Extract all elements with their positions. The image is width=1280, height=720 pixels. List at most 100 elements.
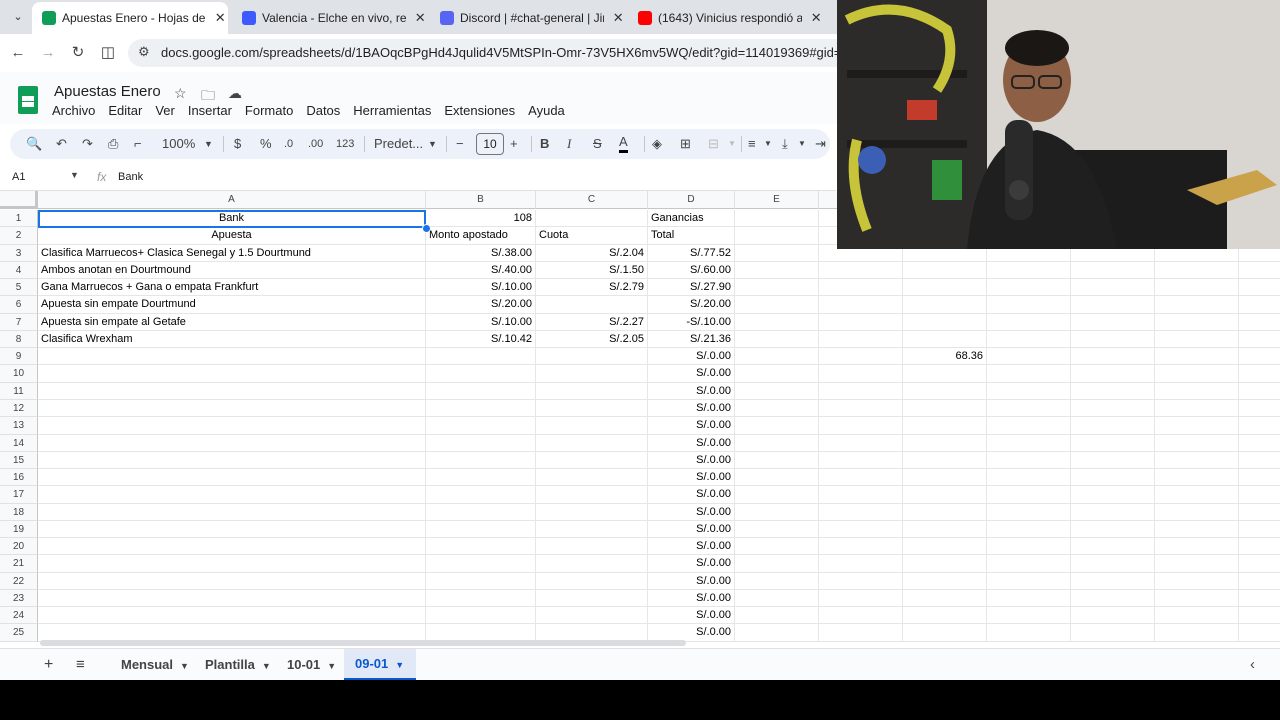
cell-extra[interactable] [1071,365,1155,383]
undo-icon[interactable]: ↶ [56,134,67,154]
cell-c[interactable] [536,365,648,383]
close-tab-icon[interactable]: ✕ [412,10,428,26]
cell-b[interactable] [426,607,536,625]
cell-d[interactable]: S/.0.00 [648,451,735,470]
cell-a[interactable] [38,607,426,625]
cell-extra[interactable] [1239,452,1280,470]
row-header[interactable]: 9 [0,348,38,366]
row-header[interactable]: 15 [0,451,38,470]
cell-extra[interactable] [1239,486,1280,504]
cell-extra[interactable] [1071,313,1155,331]
cell-extra[interactable] [819,417,903,435]
cell-extra[interactable] [987,296,1071,314]
cell-d[interactable]: S/.20.00 [648,296,735,314]
cell-extra[interactable] [987,261,1071,280]
cell-b[interactable] [426,555,536,573]
font-size-input[interactable]: 10 [476,133,504,155]
cell-b[interactable] [426,348,536,366]
sheet-tab[interactable]: Mensual ▼ [110,649,196,680]
cell-a[interactable] [38,555,426,573]
cell-d[interactable]: S/.77.52 [648,244,735,262]
cell-extra[interactable] [1155,520,1239,539]
cell-a[interactable] [38,520,426,539]
site-info-icon[interactable]: ⚙ [138,44,150,60]
cell-b[interactable] [426,469,536,487]
cell-extra[interactable] [1071,382,1155,400]
cell-extra[interactable] [1239,417,1280,435]
halign-caret-icon[interactable]: ▼ [764,134,772,154]
row-header[interactable]: 20 [0,538,38,556]
cell-a[interactable]: Gana Marruecos + Gana o empata Frankfurt [38,279,426,297]
cell-a[interactable]: Apuesta [38,227,426,245]
cell-extra[interactable] [987,538,1071,556]
cell-c[interactable] [536,417,648,435]
cell-extra[interactable] [819,330,903,349]
cell-extra[interactable] [819,279,903,297]
cell-a[interactable] [38,589,426,608]
cell-c[interactable]: S/.2.05 [536,330,648,349]
cell-e[interactable] [735,434,819,452]
cell-extra[interactable] [987,365,1071,383]
cell-extra[interactable] [1155,365,1239,383]
spreadsheet-grid[interactable]: A B C D E 1 Bank 108 Ganancias 2 Apuesta Monto apos… [0,191,1280,642]
decrease-decimal-button[interactable]: .0 [284,134,293,154]
sheet-tab[interactable]: Plantilla ▼ [194,649,276,680]
cell-extra[interactable] [1239,365,1280,383]
cell-e[interactable] [735,607,819,625]
font-size-increase-icon[interactable]: + [510,134,518,154]
cell-extra[interactable] [987,330,1071,349]
column-header[interactable]: C [536,191,648,209]
cell-extra[interactable] [987,624,1071,642]
cell-extra[interactable] [987,589,1071,608]
cell-a[interactable] [38,538,426,556]
cell-c[interactable] [536,520,648,539]
cell-extra[interactable] [987,313,1071,331]
row-header[interactable]: 18 [0,503,38,521]
browser-tab[interactable]: (1643) Vinicius respondió a Sim ✕ [628,4,824,32]
sheet-tab-caret-icon[interactable]: ▼ [180,661,189,671]
cell-extra[interactable] [987,469,1071,487]
cell-extra[interactable] [1071,607,1155,625]
cell-d[interactable]: S/.0.00 [648,382,735,400]
cell-a[interactable] [38,348,426,366]
cell-extra[interactable] [1155,261,1239,280]
cell-extra[interactable] [1239,383,1280,400]
cell-extra[interactable] [819,486,903,504]
cell-extra[interactable] [1071,589,1155,608]
cell-extra[interactable] [1239,279,1280,297]
menu-item[interactable]: Insertar [188,103,232,118]
tab-search-icon[interactable]: ⌄ [8,7,28,27]
cell-d[interactable]: S/.0.00 [648,365,735,383]
cell-c[interactable] [536,555,648,573]
menu-item[interactable]: Ayuda [528,103,565,118]
cell-extra[interactable] [1155,434,1239,452]
row-header[interactable]: 1 [0,210,38,228]
cell-extra[interactable] [903,572,987,590]
cell-e[interactable] [735,210,819,228]
cell-b[interactable]: S/.10.00 [426,313,536,331]
sheets-logo-icon[interactable] [18,86,38,114]
cell-a[interactable] [38,399,426,418]
row-header[interactable]: 4 [0,261,38,280]
cell-extra[interactable] [903,486,987,504]
cell-extra[interactable] [987,348,1071,366]
cell-e[interactable] [735,589,819,608]
cell-extra[interactable] [903,538,987,556]
sheet-tab[interactable]: 10-01 ▼ [276,649,344,680]
cell-extra[interactable] [819,313,903,331]
row-header[interactable]: 13 [0,417,38,435]
cell-extra[interactable] [1239,573,1280,590]
row-header[interactable]: 5 [0,279,38,297]
close-tab-icon[interactable]: ✕ [808,10,824,26]
cell-a[interactable] [38,451,426,470]
cell-extra[interactable] [1071,434,1155,452]
cell-e[interactable] [735,382,819,400]
cell-extra[interactable] [987,572,1071,590]
cell-b[interactable] [426,382,536,400]
cell-a[interactable] [38,365,426,383]
cell-extra[interactable] [903,330,987,349]
column-header[interactable]: E [735,191,819,209]
cell-extra[interactable] [1155,486,1239,504]
row-header[interactable]: 11 [0,382,38,400]
cell-extra[interactable] [903,555,987,573]
